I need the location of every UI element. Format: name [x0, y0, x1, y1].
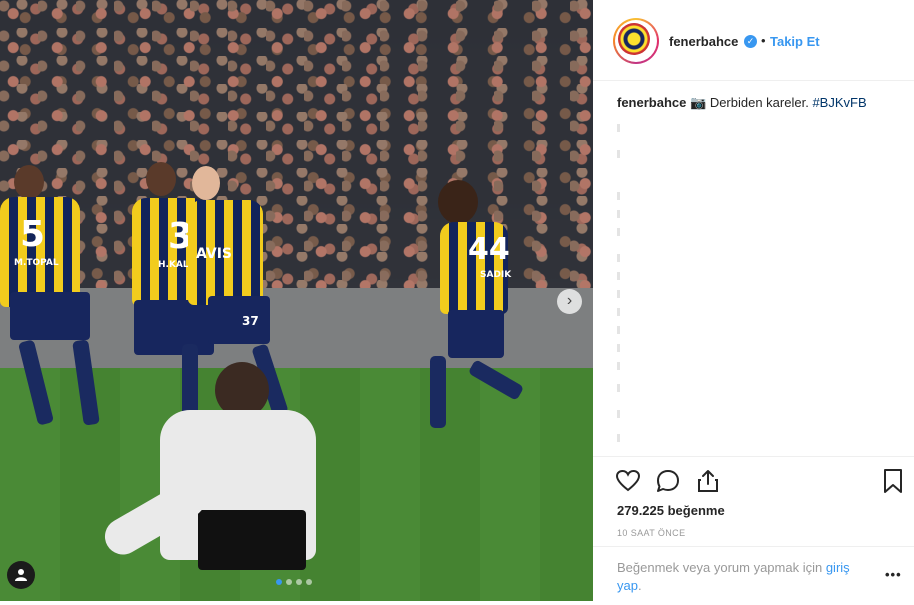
shorts — [208, 296, 270, 344]
comments-area: fenerbahce 📷 Derbiden kareler. #BJKvFB — [617, 94, 902, 456]
carousel-dots — [276, 579, 312, 585]
carousel-dot — [276, 579, 282, 585]
shirt-name: M.TOPAL — [14, 258, 59, 268]
tagged-users-button[interactable] — [7, 561, 35, 589]
comment-fragment — [617, 434, 620, 442]
comment-fragment — [617, 210, 620, 218]
shorts — [10, 292, 90, 340]
post-side-panel: fenerbahce ✓ • Takip Et fenerbahce 📷 Der… — [593, 0, 914, 601]
bookmark-icon[interactable] — [881, 468, 905, 494]
player-head — [192, 166, 220, 200]
post-photo[interactable]: 5 M.TOPAL 3 H.KALO AVIS 37 44 SADIK › — [0, 0, 593, 601]
comment-fragment — [617, 192, 620, 200]
carousel-dot — [306, 579, 312, 585]
likes-count[interactable]: 279.225 beğenme — [617, 503, 725, 518]
caption-hashtag[interactable]: #BJKvFB — [812, 95, 866, 110]
comment-fragment — [617, 124, 620, 132]
post-timestamp: 10 SAAT ÖNCE — [617, 528, 686, 538]
club-logo-icon — [618, 23, 650, 55]
shirt-number: 37 — [242, 314, 259, 328]
header-separator: • — [761, 33, 766, 48]
player-leg — [430, 356, 446, 428]
comment-fragment — [617, 290, 620, 298]
caption-text: Derbiden kareler. — [709, 95, 809, 110]
shorts — [134, 300, 214, 355]
more-options-icon[interactable]: ••• — [885, 567, 902, 582]
post-header: fenerbahce ✓ • Takip Et — [593, 0, 914, 81]
shirt-number: 5 — [20, 214, 46, 255]
player-head — [438, 180, 478, 224]
follow-button[interactable]: Takip Et — [770, 34, 820, 49]
shorts — [198, 510, 306, 570]
carousel-dot — [286, 579, 292, 585]
comment-fragment — [617, 308, 620, 316]
user-icon — [15, 569, 27, 581]
comment-fragment — [617, 272, 620, 280]
caption: fenerbahce 📷 Derbiden kareler. #BJKvFB — [617, 94, 902, 112]
shirt-name: AVIS — [196, 246, 233, 262]
comment-fragment — [617, 384, 620, 392]
player-head — [146, 162, 176, 196]
shorts — [448, 310, 504, 358]
heart-icon[interactable] — [615, 468, 641, 494]
comment-icon[interactable] — [655, 468, 681, 494]
carousel-dot — [296, 579, 302, 585]
comment-fragment — [617, 254, 620, 262]
share-icon[interactable] — [695, 468, 721, 494]
caption-username[interactable]: fenerbahce — [617, 95, 686, 110]
header-username[interactable]: fenerbahce — [669, 34, 738, 49]
login-prompt-text: Beğenmek veya yorum yapmak için giriş ya… — [617, 560, 850, 593]
comment-fragment — [617, 228, 620, 236]
player-head — [14, 165, 44, 199]
comment-fragment — [617, 326, 620, 334]
comment-login-prompt: Beğenmek veya yorum yapmak için giriş ya… — [593, 546, 914, 599]
avatar[interactable] — [613, 18, 659, 64]
comment-fragment — [617, 344, 620, 352]
shirt-number: 44 — [468, 232, 510, 267]
comment-fragment — [617, 150, 620, 158]
comment-fragment — [617, 362, 620, 370]
verified-badge-icon: ✓ — [744, 35, 757, 48]
carousel-next-button[interactable]: › — [557, 289, 582, 314]
post-actions: 279.225 beğenme 10 SAAT ÖNCE Beğenmek ve… — [593, 456, 914, 599]
comment-fragment — [617, 410, 620, 418]
shirt-name: SADIK — [480, 270, 512, 280]
camera-emoji-icon: 📷 — [690, 95, 707, 110]
